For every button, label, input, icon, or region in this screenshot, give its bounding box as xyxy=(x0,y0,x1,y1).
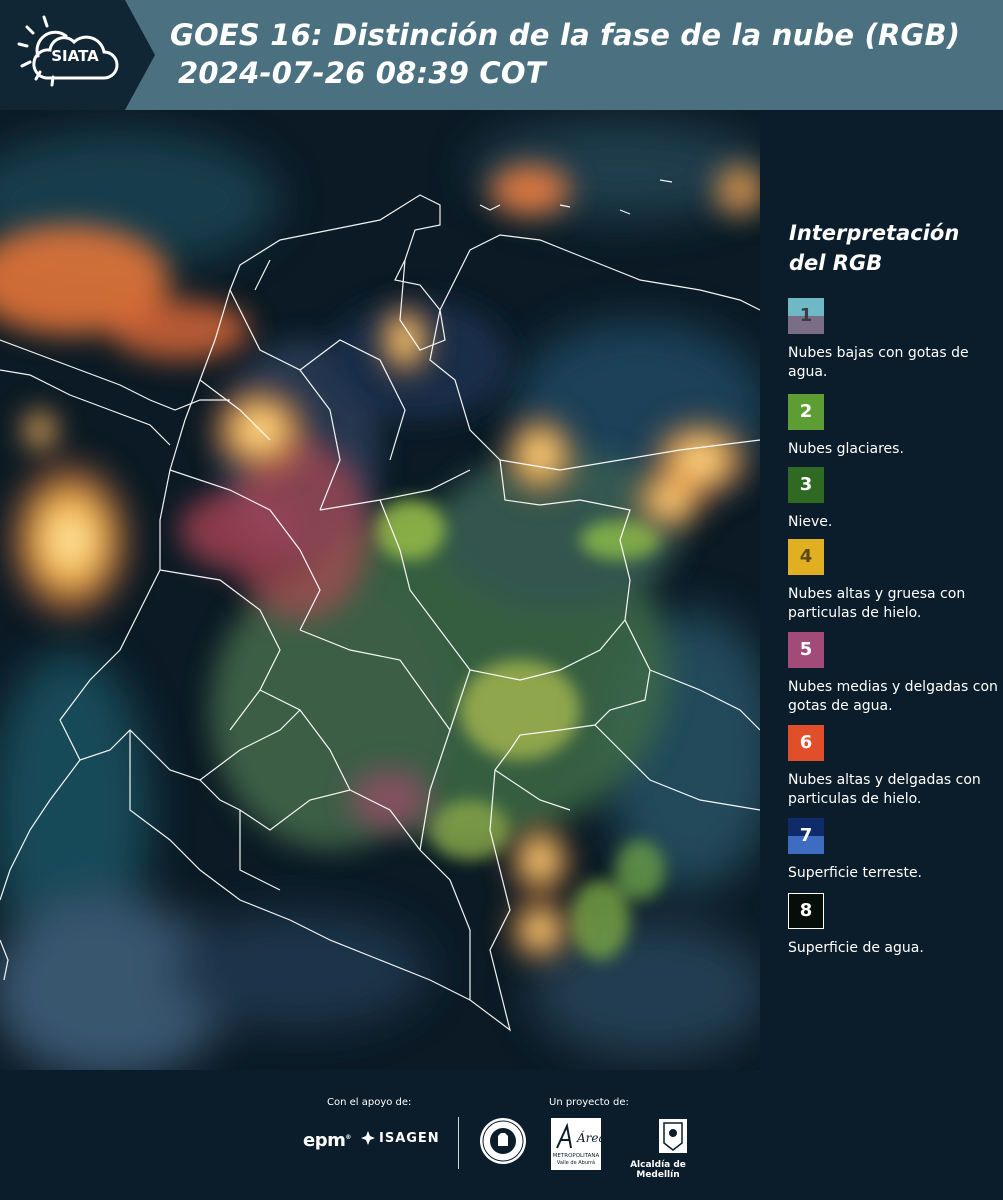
legend-swatch-3: 3 xyxy=(788,467,824,503)
legend-number-1: 1 xyxy=(799,305,813,326)
legend-label-2: Nubes glaciares. xyxy=(788,441,904,457)
isagen-mark-icon xyxy=(361,1131,375,1145)
medellin-shield-icon xyxy=(658,1119,687,1153)
legend-swatch-2: 2 xyxy=(788,394,824,430)
title-timestamp: 2024-07-26 08:39 COT xyxy=(178,56,546,90)
amva-logo-text: Área xyxy=(576,1130,601,1145)
legend-swatch-5: 5 xyxy=(788,632,824,668)
legend-label-7: Superficie terreste. xyxy=(788,865,923,881)
footer: Con el apoyo de: Un proyecto de: epm® IS… xyxy=(0,1070,1003,1200)
satellite-rgb-map xyxy=(0,110,760,1070)
footer-divider xyxy=(458,1117,459,1169)
metro-seal-logo xyxy=(478,1116,528,1166)
legend-title-line2: del RGB xyxy=(789,251,883,275)
page-title: GOES 16: Distinción de la fase de la nub… xyxy=(170,16,960,92)
amva-subtitle: METROPOLITANA xyxy=(553,1153,600,1159)
medellin-label: Alcaldía de Medellín xyxy=(630,1160,686,1180)
support-label: Con el apoyo de: xyxy=(327,1097,412,1108)
legend-item-4: 4 Nubes altas y gruesa con particulas de… xyxy=(788,539,1002,623)
siata-logo-text: SIATA xyxy=(51,47,99,65)
legend-item-2: 2 Nubes glaciares. xyxy=(788,394,1002,459)
legend-swatch-4: 4 xyxy=(788,539,824,575)
legend-item-5: 5 Nubes medias y delgadas con gotas de a… xyxy=(788,632,1002,716)
legend-label-8: Superficie de agua. xyxy=(788,940,924,956)
legend-label-5: Nubes medias y delgadas con gotas de agu… xyxy=(788,679,998,714)
legend-swatch-1: 1 xyxy=(788,298,824,334)
legend-number-7: 7 xyxy=(799,825,813,846)
legend-title: Interpretación del RGB xyxy=(789,218,959,278)
rgb-legend: Interpretación del RGB 1 Nubes bajas con… xyxy=(760,110,1003,1070)
legend-label-1: Nubes bajas con gotas de agua. xyxy=(788,345,969,380)
legend-item-1: 1 Nubes bajas con gotas de agua. xyxy=(788,298,1002,382)
legend-label-3: Nieve. xyxy=(788,514,833,530)
title-product: GOES 16: Distinción de la fase de la nub… xyxy=(170,18,961,52)
alcaldia-medellin-logo: Alcaldía de Medellín xyxy=(613,1117,703,1180)
header-bar: SIATA GOES 16: Distinción de la fase de … xyxy=(0,0,1003,110)
legend-title-line1: Interpretación xyxy=(789,221,960,245)
legend-item-3: 3 Nieve. xyxy=(788,467,1002,532)
legend-label-4: Nubes altas y gruesa con particulas de h… xyxy=(788,586,966,621)
isagen-logo-text: ISAGEN xyxy=(379,1130,440,1146)
legend-item-6: 6 Nubes altas y delgadas con particulas … xyxy=(788,725,1002,809)
legend-swatch-8: 8 xyxy=(788,893,824,929)
epm-logo-text: epm xyxy=(303,1130,346,1151)
isagen-logo: ISAGEN xyxy=(360,1130,440,1146)
legend-swatch-6: 6 xyxy=(788,725,824,761)
area-metropolitana-logo: Área METROPOLITANA Valle de Aburrá xyxy=(551,1118,606,1170)
project-label: Un proyecto de: xyxy=(549,1097,629,1108)
siata-logo: SIATA xyxy=(0,0,155,110)
legend-item-7: 7 Superficie terreste. xyxy=(788,818,1002,883)
legend-label-6: Nubes altas y delgadas con particulas de… xyxy=(788,772,981,807)
amva-subtitle2: Valle de Aburrá xyxy=(557,1159,595,1166)
legend-swatch-7: 7 xyxy=(788,818,824,854)
epm-logo: epm® xyxy=(303,1130,351,1151)
legend-item-8: 8 Superficie de agua. xyxy=(788,893,1002,958)
